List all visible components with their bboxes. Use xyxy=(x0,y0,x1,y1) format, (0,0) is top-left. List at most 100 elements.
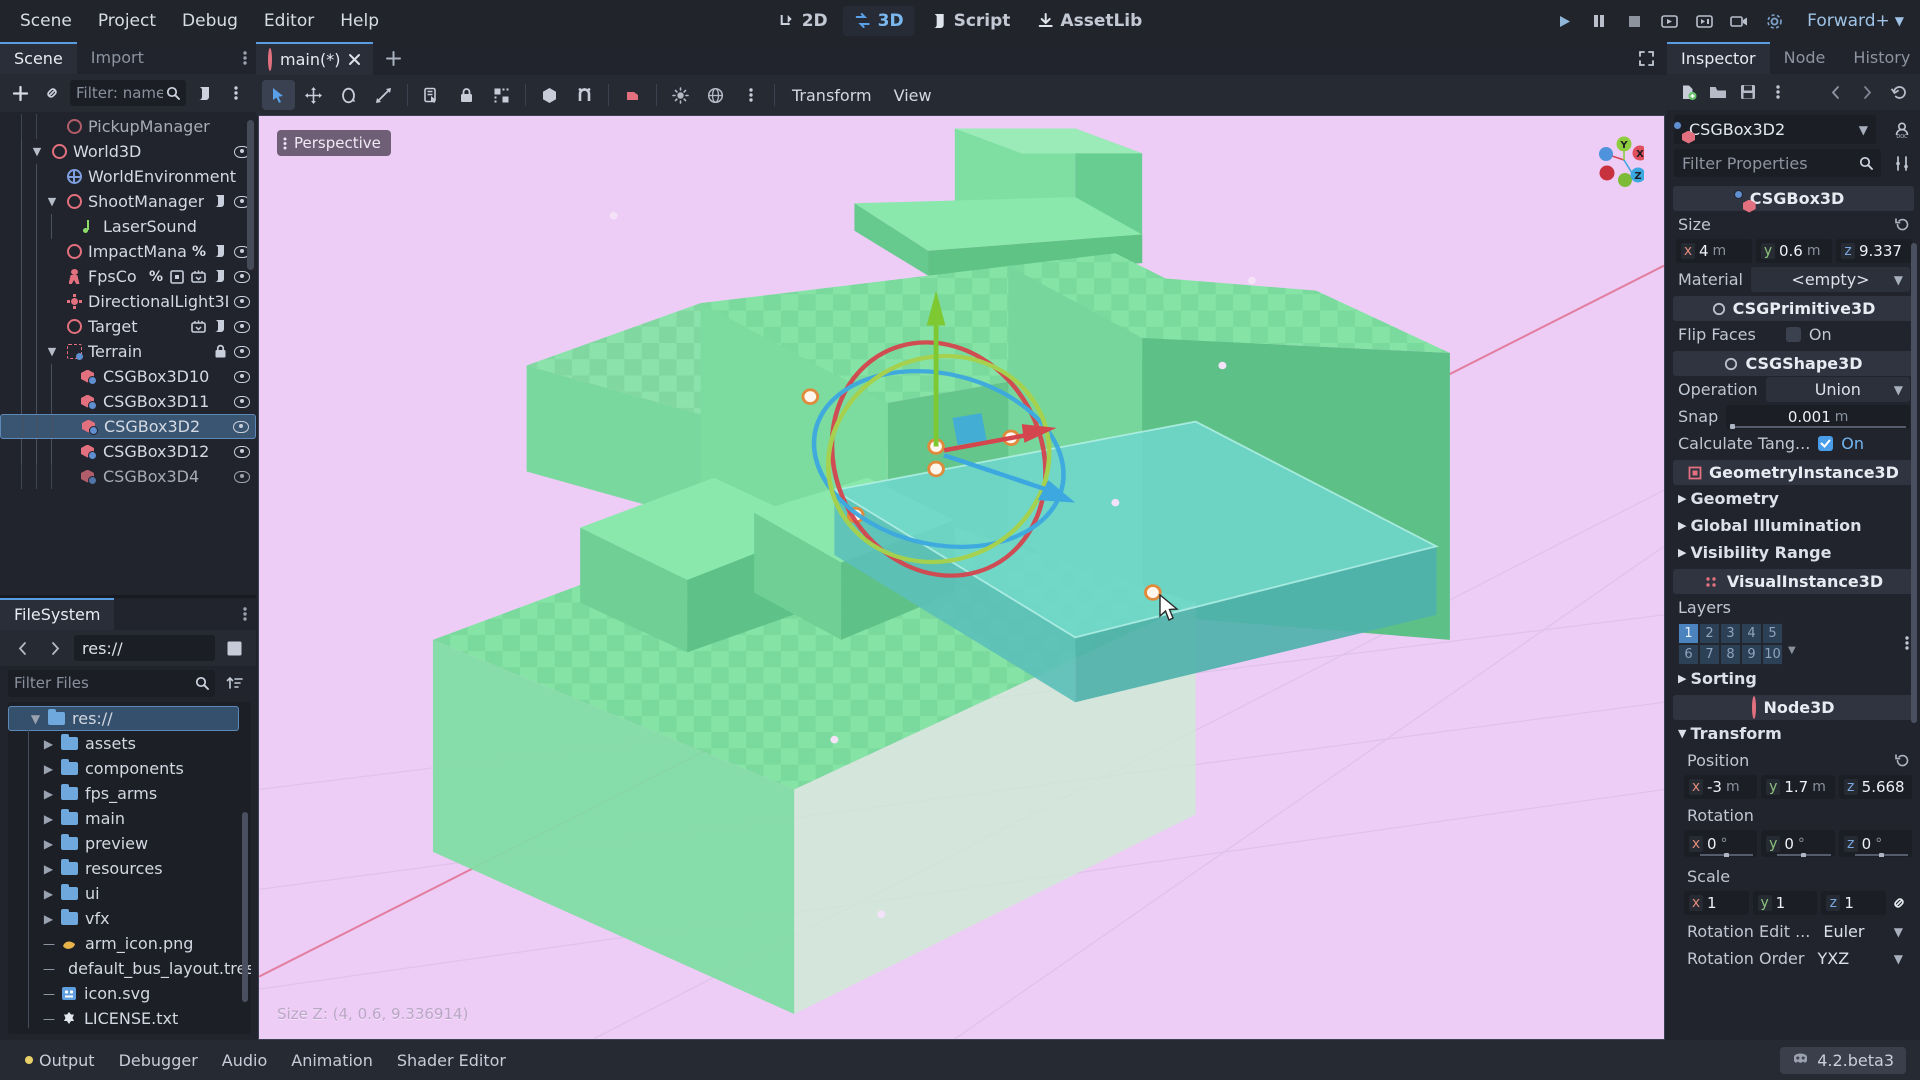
nav-back-icon[interactable] xyxy=(8,635,36,662)
section-csgbox3d[interactable]: CSGBox3D xyxy=(1673,186,1914,211)
reset-icon[interactable] xyxy=(1895,217,1910,232)
viewport-options-button[interactable] xyxy=(734,80,767,110)
scene-tree-node-pickupmanager[interactable]: PickupManager xyxy=(0,114,256,139)
visibility-icon[interactable] xyxy=(234,295,250,308)
perspective-label-badge[interactable]: Perspective xyxy=(277,130,391,156)
menu-scene[interactable]: Scene xyxy=(8,6,84,36)
preview-environment-button[interactable] xyxy=(699,80,732,110)
scene-filter-input[interactable]: Filter: name, t:ty xyxy=(70,80,186,106)
scene-tree-node-world3d[interactable]: ▼ World3D xyxy=(0,139,256,164)
selection-list-button[interactable] xyxy=(415,80,448,110)
arrow-right-icon[interactable] xyxy=(1853,79,1881,106)
scene-tree-node-target[interactable]: Target xyxy=(0,314,256,339)
save-icon[interactable] xyxy=(1734,79,1762,106)
scale-mode-button[interactable] xyxy=(367,80,400,110)
add-scene-tab-button[interactable] xyxy=(373,42,414,75)
scene-tree-node-csgbox3d12[interactable]: CSGBox3D12 xyxy=(0,439,256,464)
mode-2d-button[interactable]: 2D xyxy=(767,6,839,36)
camera-preview-button[interactable] xyxy=(616,80,649,110)
stop-button[interactable] xyxy=(1618,7,1650,35)
subsection-geometry[interactable]: ▶ Geometry xyxy=(1667,485,1920,512)
tab-history[interactable]: History xyxy=(1839,42,1920,74)
group-selection-button[interactable] xyxy=(485,80,518,110)
scene-tree-node-terrain[interactable]: ▼ Terrain xyxy=(0,339,256,364)
bottom-tab-audio[interactable]: Audio xyxy=(211,1046,278,1075)
menu-help[interactable]: Help xyxy=(328,6,391,36)
filesystem-item[interactable]: — icon.svg xyxy=(8,981,251,1006)
flip-faces-checkbox[interactable] xyxy=(1785,327,1801,342)
menu-editor[interactable]: Editor xyxy=(252,6,326,36)
filesystem-filter-input[interactable]: Filter Files xyxy=(8,669,215,697)
mode-script-button[interactable]: Script xyxy=(919,6,1022,36)
expander-icon[interactable]: ▶ xyxy=(43,887,54,901)
filesystem-menu-button[interactable] xyxy=(234,598,256,630)
sort-icon[interactable] xyxy=(220,670,248,697)
visibility-icon[interactable] xyxy=(234,470,250,483)
rotation-order-dropdown[interactable]: YXZ ▼ xyxy=(1812,946,1910,971)
filesystem-item[interactable]: ▶ resources xyxy=(8,856,251,881)
operation-dropdown[interactable]: Union ▼ xyxy=(1765,377,1910,402)
movie-maker-button[interactable] xyxy=(1723,7,1755,35)
distraction-free-icon[interactable] xyxy=(1638,42,1667,75)
position-x-input[interactable]: x -3 m xyxy=(1684,775,1758,799)
subsection-visibility-range[interactable]: ▶ Visibility Range xyxy=(1667,539,1920,566)
bottom-tab-debugger[interactable]: Debugger xyxy=(108,1046,209,1075)
bottom-tab-output[interactable]: Output xyxy=(14,1046,106,1075)
size-y-input[interactable]: y 0.6 m xyxy=(1756,239,1832,263)
arrow-left-icon[interactable] xyxy=(1821,79,1849,106)
play-custom-scene-button[interactable] xyxy=(1688,7,1720,35)
inspector-node-selector[interactable]: CSGBox3D2 ▼ xyxy=(1674,115,1876,144)
tab-import[interactable]: Import xyxy=(77,42,158,74)
filesystem-item[interactable]: ▶ ui xyxy=(8,881,251,906)
inspector-scrollbar[interactable] xyxy=(1911,243,1917,723)
scene-tree-node-worldenvironment[interactable]: WorldEnvironment xyxy=(0,164,256,189)
layer-8[interactable]: 8 xyxy=(1720,644,1741,665)
visibility-icon[interactable] xyxy=(234,395,250,408)
filesystem-item[interactable]: — arm_icon.png xyxy=(8,931,251,956)
tab-inspector[interactable]: Inspector xyxy=(1667,42,1770,74)
move-mode-button[interactable] xyxy=(297,80,330,110)
rotation-z-input[interactable]: z 0 ° xyxy=(1838,830,1912,857)
menu-project[interactable]: Project xyxy=(86,6,168,36)
expander-icon[interactable]: ▶ xyxy=(43,737,54,751)
version-status[interactable]: 4.2.beta3 xyxy=(1780,1046,1906,1074)
rotate-mode-button[interactable] xyxy=(332,80,365,110)
3d-viewport[interactable]: Perspective Size Z: (4, 0.6, 9.336914) Y… xyxy=(258,115,1665,1040)
material-dropdown[interactable]: <empty> ▼ xyxy=(1751,267,1910,292)
scene-tree-options-button[interactable] xyxy=(222,80,250,107)
visibility-icon[interactable] xyxy=(234,270,250,283)
visibility-icon[interactable] xyxy=(234,345,250,358)
close-icon[interactable] xyxy=(348,53,361,66)
property-filter-input[interactable]: Filter Properties xyxy=(1674,149,1881,177)
toggle-split-mode-icon[interactable] xyxy=(220,635,248,662)
editor-settings-button[interactable] xyxy=(1758,7,1790,35)
play-scene-button[interactable] xyxy=(1653,7,1685,35)
layers-expand-icon[interactable]: ▼ xyxy=(1788,645,1796,656)
scene-tree-node-fpsco[interactable]: FpsCo% xyxy=(0,264,256,289)
subsection-global-illumination[interactable]: ▶ Global Illumination xyxy=(1667,512,1920,539)
expander-icon[interactable]: ▼ xyxy=(29,144,45,160)
filesystem-item[interactable]: ▶ assets xyxy=(8,731,251,756)
rotation-x-input[interactable]: x 0 ° xyxy=(1684,830,1758,857)
layer-7[interactable]: 7 xyxy=(1699,644,1720,665)
inspector-tools-button[interactable] xyxy=(1764,79,1792,106)
visibility-icon[interactable] xyxy=(234,370,250,383)
view-menu-button[interactable]: View xyxy=(884,82,942,109)
scene-tree[interactable]: PickupManager ▼ World3D WorldEnvironment ▼ Sh… xyxy=(0,112,256,595)
section-csgshape3d[interactable]: CSGShape3D xyxy=(1673,351,1914,376)
bottom-tab-shader-editor[interactable]: Shader Editor xyxy=(386,1046,517,1075)
link-icon[interactable] xyxy=(1890,894,1912,912)
layers-options-button[interactable] xyxy=(1905,635,1909,651)
tab-filesystem[interactable]: FileSystem xyxy=(0,598,115,630)
expander-icon[interactable]: ▶ xyxy=(43,787,54,801)
viewport-axis-gizmo[interactable]: Y X Z xyxy=(1580,132,1644,196)
rotation-y-slider[interactable] xyxy=(1777,852,1831,857)
pause-button[interactable] xyxy=(1583,7,1615,35)
play-button[interactable] xyxy=(1548,7,1580,35)
preview-sun-button[interactable] xyxy=(664,80,697,110)
size-z-input[interactable]: z 9.337 xyxy=(1836,239,1912,263)
reset-icon[interactable] xyxy=(1895,753,1910,768)
layer-10[interactable]: 10 xyxy=(1762,644,1783,665)
scene-dock-menu-button[interactable] xyxy=(234,42,256,74)
open-documentation-icon[interactable]: DOC xyxy=(1888,116,1916,143)
